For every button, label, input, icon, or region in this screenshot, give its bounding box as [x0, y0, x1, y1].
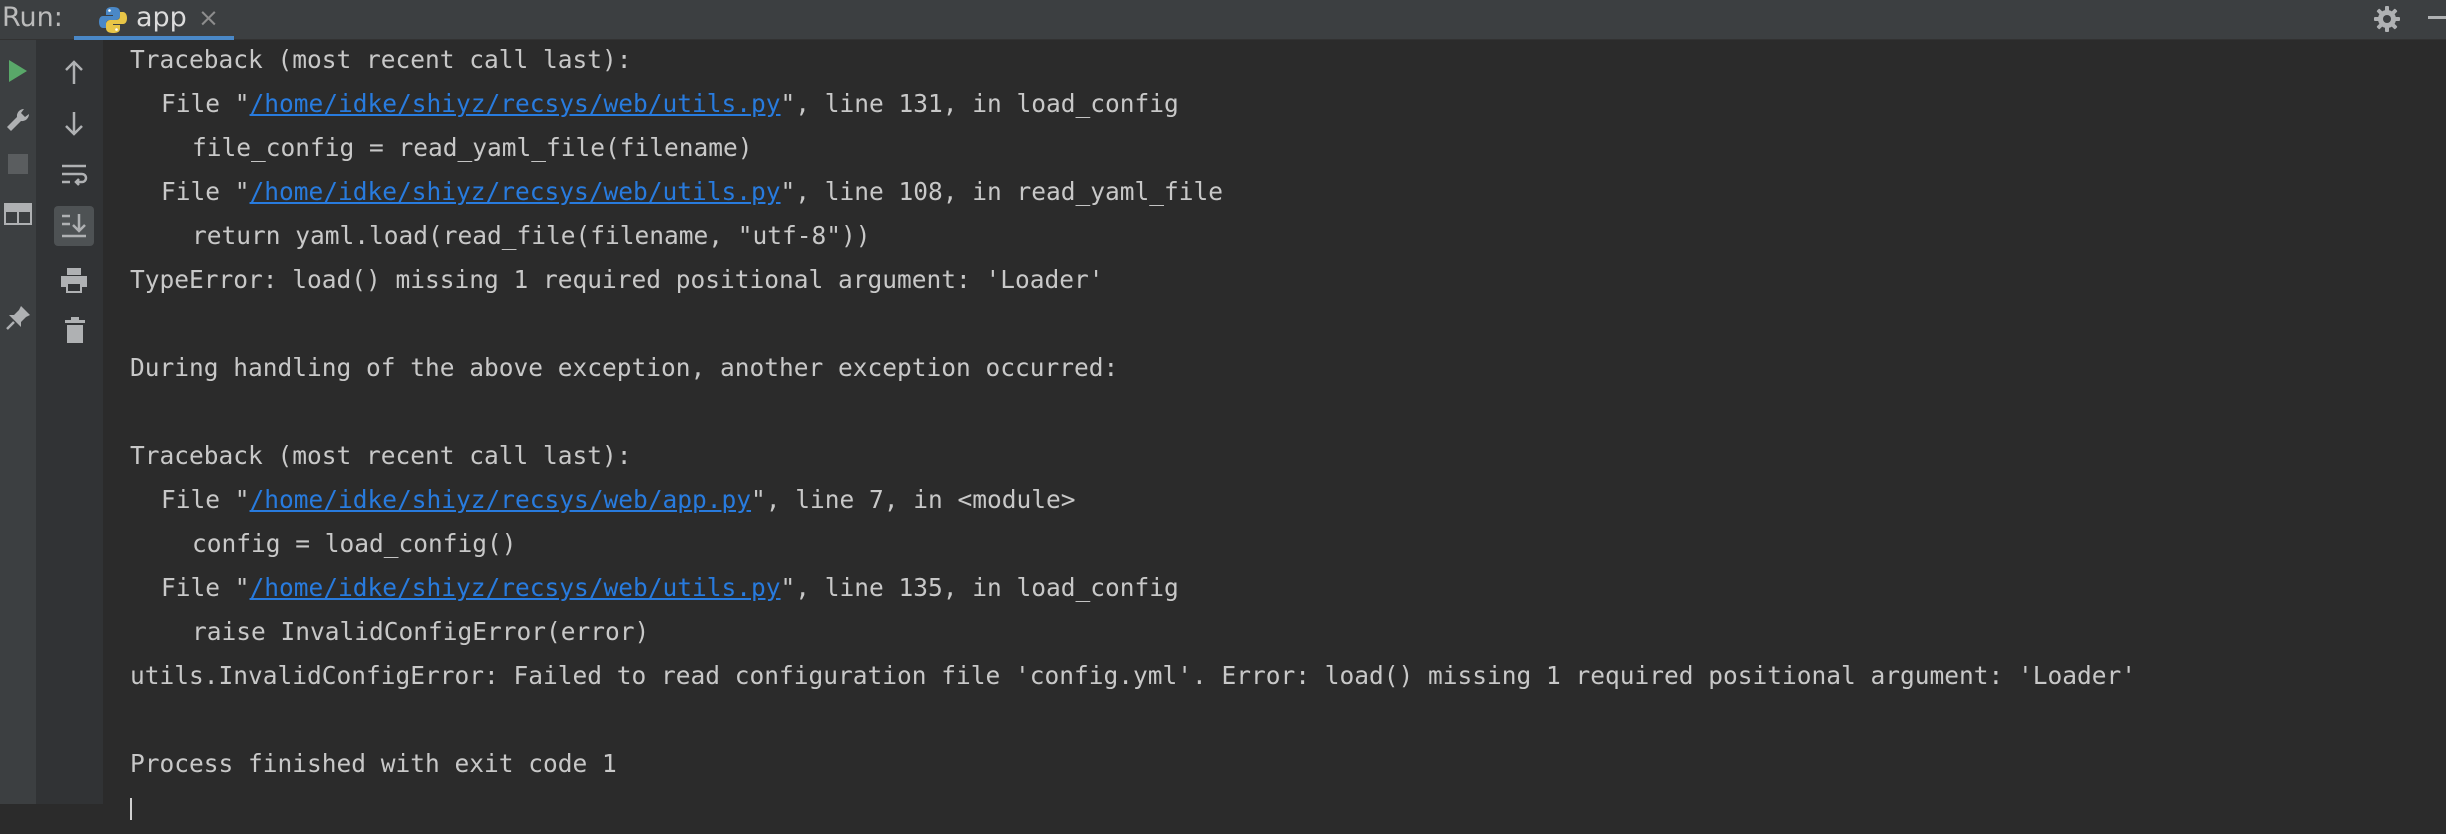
console-text: File ": [161, 573, 250, 602]
console-line: TypeError: load() missing 1 required pos…: [130, 265, 1104, 294]
file-link[interactable]: /home/idke/shiyz/recsys/web/utils.py: [250, 573, 781, 602]
console-line: File "/home/idke/shiyz/recsys/web/utils.…: [130, 174, 2446, 218]
console-line: file_config = read_yaml_file(filename): [192, 133, 753, 162]
left-action-bar: [0, 40, 36, 804]
run-tool-window-header: Run: app ×: [0, 0, 2446, 40]
console-line: File "/home/idke/shiyz/recsys/web/app.py…: [130, 482, 2446, 526]
console-text: ", line 135, in load_config: [780, 573, 1179, 602]
soft-wrap-icon[interactable]: [60, 162, 88, 192]
scroll-to-end-icon[interactable]: [60, 212, 88, 244]
file-link[interactable]: /home/idke/shiyz/recsys/web/app.py: [250, 485, 752, 514]
console-text: File ": [161, 89, 250, 118]
python-icon: [98, 5, 128, 39]
console-toolbar: [36, 40, 104, 804]
console-line: During handling of the above exception, …: [130, 353, 1119, 382]
print-icon[interactable]: [60, 266, 88, 298]
run-label: Run:: [2, 2, 63, 33]
pin-icon[interactable]: [4, 304, 32, 336]
stop-icon[interactable]: [8, 154, 28, 178]
run-icon[interactable]: [6, 58, 30, 88]
file-link[interactable]: /home/idke/shiyz/recsys/web/utils.py: [250, 89, 781, 118]
console-output[interactable]: Traceback (most recent call last): File …: [130, 42, 2446, 834]
layout-icon[interactable]: [4, 202, 32, 230]
console-line: config = load_config(): [192, 529, 517, 558]
hide-icon[interactable]: [2428, 16, 2446, 19]
up-arrow-icon[interactable]: [64, 60, 84, 90]
console-line: Traceback (most recent call last):: [130, 441, 632, 470]
console-line: Process finished with exit code 1: [130, 749, 617, 778]
text-cursor: [130, 798, 132, 820]
console-text: File ": [161, 485, 250, 514]
console-line: Traceback (most recent call last):: [130, 45, 632, 74]
console-line: File "/home/idke/shiyz/recsys/web/utils.…: [130, 570, 2446, 614]
console-line: return yaml.load(read_file(filename, "ut…: [192, 221, 871, 250]
console-text: ", line 7, in <module>: [751, 485, 1076, 514]
console-input-line[interactable]: [130, 790, 2446, 834]
tab-app[interactable]: app ×: [74, 0, 234, 40]
console-line: raise InvalidConfigError(error): [192, 617, 650, 646]
console-line: File "/home/idke/shiyz/recsys/web/utils.…: [130, 86, 2446, 130]
down-arrow-icon[interactable]: [64, 110, 84, 140]
console-text: ", line 108, in read_yaml_file: [780, 177, 1224, 206]
file-link[interactable]: /home/idke/shiyz/recsys/web/utils.py: [250, 177, 781, 206]
console-text: File ": [161, 177, 250, 206]
close-icon[interactable]: ×: [198, 2, 219, 34]
console-text: ", line 131, in load_config: [780, 89, 1179, 118]
wrench-icon[interactable]: [4, 106, 32, 138]
tab-label: app: [136, 2, 187, 33]
trash-icon[interactable]: [64, 316, 86, 348]
gear-icon[interactable]: [2372, 4, 2402, 38]
console-line: utils.InvalidConfigError: Failed to read…: [130, 661, 2137, 690]
